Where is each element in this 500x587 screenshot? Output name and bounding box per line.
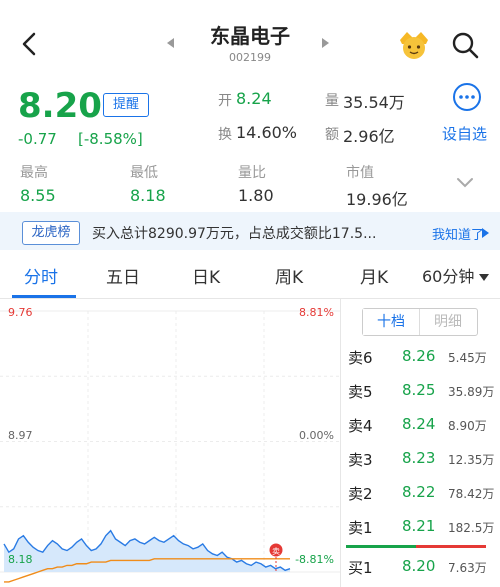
price-change-percent: [-8.58%]	[78, 130, 143, 148]
orderbook-volume: 78.42万	[448, 487, 495, 501]
pct-mid-label: 0.00%	[299, 429, 334, 442]
orderbook-volume: 8.90万	[448, 419, 487, 433]
y-high-label: 9.76	[8, 306, 33, 319]
orderbook-price: 8.25	[402, 381, 436, 399]
y-low-label: 8.18	[8, 553, 33, 566]
amount-value: 2.96亿	[343, 127, 395, 146]
volume-value: 35.54万	[343, 93, 405, 112]
orderbook-volume: 5.45万	[448, 351, 487, 365]
dismiss-banner-link[interactable]: 我知道了	[432, 224, 484, 243]
next-stock-icon[interactable]	[318, 36, 332, 50]
low-value: 8.18	[130, 186, 166, 205]
orderbook-label: 买1	[348, 559, 373, 577]
orderbook-volume: 35.89万	[448, 385, 495, 399]
open-label: 开	[218, 93, 232, 109]
chart-divider	[340, 299, 341, 587]
turnover-value: 14.60%	[236, 123, 298, 142]
tab-five-day[interactable]: 五日	[106, 263, 140, 288]
orderbook-volume: 12.35万	[448, 453, 495, 467]
tab-60min-label: 60分钟	[422, 267, 475, 286]
orderbook-volume: 182.5万	[448, 521, 495, 535]
orderbook-label: 卖2	[348, 485, 373, 503]
tab-trade-details[interactable]: 明细	[420, 309, 476, 335]
orderbook-label: 卖3	[348, 451, 373, 469]
pct-high-label: 8.81%	[299, 306, 334, 319]
orderbook-price: 8.23	[402, 449, 436, 467]
caret-down-icon	[479, 273, 490, 281]
back-arrow-icon[interactable]	[14, 28, 46, 60]
orderbook-price: 8.20	[402, 557, 436, 575]
price-area	[4, 530, 290, 572]
price-change: -0.77	[18, 130, 57, 148]
add-favorite-button[interactable]: 设自选	[442, 123, 487, 144]
orderbook-price: 8.21	[402, 517, 436, 535]
chevron-right-icon[interactable]	[480, 227, 490, 239]
orderbook-volume: 7.63万	[448, 561, 487, 575]
high-label: 最高	[20, 165, 48, 181]
tab-intraday[interactable]: 分时	[24, 263, 58, 288]
last-price: 8.20	[18, 86, 102, 126]
market-cap-label: 市值	[346, 165, 374, 181]
tab-monthly-k[interactable]: 月K	[360, 263, 388, 288]
stock-code: 002199	[229, 51, 271, 64]
ask-bid-separator-red	[416, 545, 486, 548]
pct-low-label: -8.81%	[295, 553, 334, 566]
tab-60min[interactable]: 60分钟	[422, 263, 490, 287]
tab-weekly-k[interactable]: 周K	[275, 263, 303, 288]
stock-name: 东晶电子	[210, 24, 290, 48]
intraday-chart[interactable]: 9.76 8.81% 8.97 0.00% 8.18 -8.81% 卖	[0, 299, 340, 587]
banner-tag[interactable]: 龙虎榜	[22, 221, 80, 245]
low-label: 最低	[130, 165, 158, 181]
orderbook-price: 8.26	[402, 347, 436, 365]
open-value: 8.24	[236, 89, 272, 108]
more-options-icon[interactable]	[452, 82, 482, 112]
orderbook-label: 卖6	[348, 349, 373, 367]
amount-label: 额	[325, 127, 339, 143]
search-icon[interactable]	[448, 28, 482, 62]
orderbook-price: 8.24	[402, 415, 436, 433]
ask-bid-separator-green	[346, 545, 416, 548]
turnover-label: 换	[218, 127, 232, 143]
volume-ratio-label: 量比	[238, 165, 266, 181]
sell-marker-label: 卖	[272, 547, 280, 556]
volume-ratio-value: 1.80	[238, 186, 274, 205]
tab-daily-k[interactable]: 日K	[192, 263, 220, 288]
high-value: 8.55	[20, 186, 56, 205]
orderbook-label: 卖1	[348, 519, 373, 537]
mascot-crown-icon[interactable]	[396, 28, 432, 60]
orderbook-label: 卖5	[348, 383, 373, 401]
banner-text[interactable]: 买入总计8290.97万元，占总成交额比17.5...	[92, 223, 410, 243]
chevron-down-icon[interactable]	[455, 176, 475, 190]
prev-stock-icon[interactable]	[164, 36, 178, 50]
orderbook-label: 卖4	[348, 417, 373, 435]
tab-ten-levels[interactable]: 十档	[363, 309, 420, 335]
orderbook-price: 8.22	[402, 483, 436, 501]
volume-label: 量	[325, 93, 339, 109]
y-mid-label: 8.97	[8, 429, 33, 442]
remind-button[interactable]: 提醒	[103, 93, 149, 117]
market-cap-value: 19.96亿	[346, 190, 408, 209]
